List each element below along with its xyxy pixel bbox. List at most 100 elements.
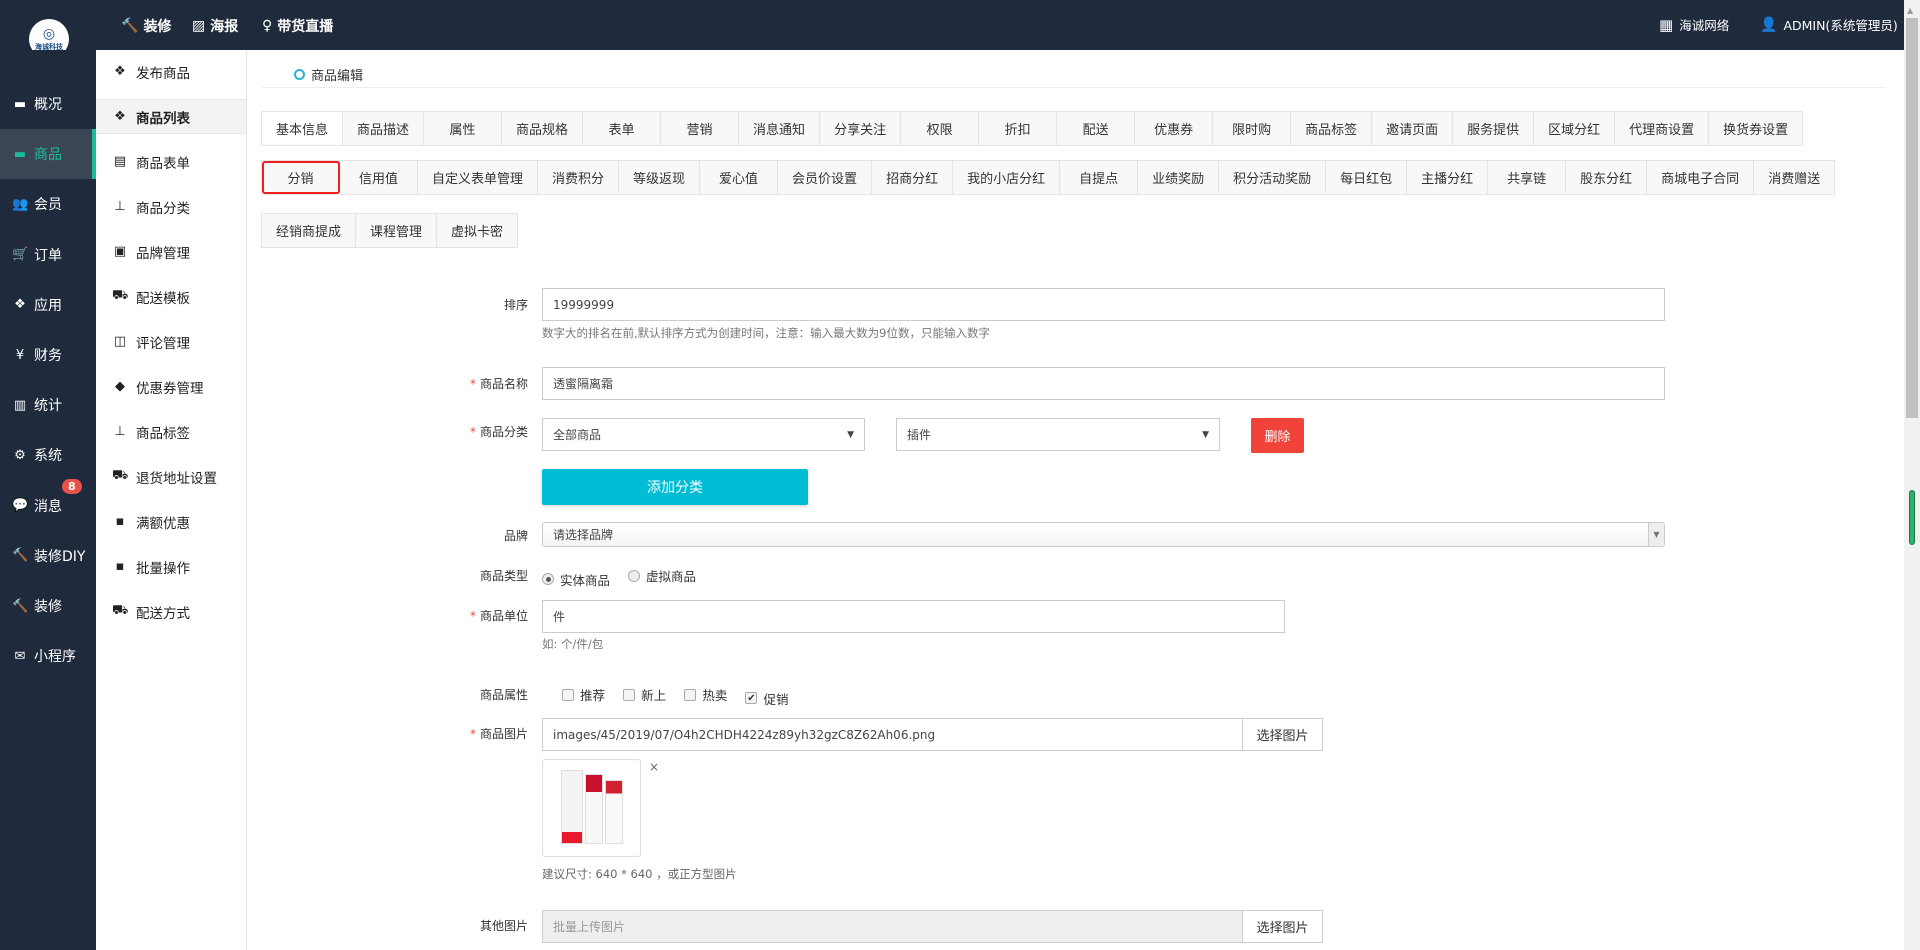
submenu-item-9[interactable]: ⛟ 退货地址设置 [96, 459, 246, 494]
nav-poster[interactable]: ▨ 海报 [192, 16, 238, 36]
checkbox-new[interactable]: 新上 [623, 685, 666, 704]
tab-row1-5[interactable]: 营销 [661, 112, 740, 145]
tab-row1-7[interactable]: 分享关注 [820, 112, 902, 145]
sidebar-item-2[interactable]: 👥 会员 [0, 179, 96, 229]
submenu-item-6[interactable]: ◫ 评论管理 [96, 324, 246, 359]
tab-row2-14[interactable]: 共享链 [1488, 161, 1567, 194]
nav-live[interactable]: ♀ 带货直播 [262, 16, 333, 36]
tab-row1-4[interactable]: 表单 [583, 112, 662, 145]
scrollbar-thumb[interactable] [1906, 18, 1918, 418]
tab-row2-4[interactable]: 等级返现 [619, 161, 701, 194]
sidebar-item-3[interactable]: 🛒 订单 [0, 230, 96, 280]
sidebar-item-1[interactable]: ▬ 商品 [0, 129, 96, 180]
checkbox-hot[interactable]: 热卖 [684, 685, 727, 704]
submenu-item-10[interactable]: ▪ 满额优惠 [96, 504, 246, 539]
divider [262, 87, 1886, 88]
tab-row1-12[interactable]: 限时购 [1213, 112, 1292, 145]
name-input[interactable]: 透蜜隔离霜 [542, 367, 1665, 400]
delete-category-button[interactable]: 删除 [1251, 418, 1304, 453]
tab-row2-16[interactable]: 商城电子合同 [1647, 161, 1755, 194]
tab-row2-9[interactable]: 自提点 [1060, 161, 1139, 194]
nav-decorate[interactable]: 🔨 装修 [121, 16, 171, 36]
tab-row2-0[interactable]: 分销 [262, 161, 340, 194]
submenu-item-1[interactable]: ❖ 商品列表 [96, 99, 246, 134]
tab-row1-18[interactable]: 换货券设置 [1709, 112, 1804, 145]
tab-row3-2[interactable]: 虚拟卡密 [437, 214, 519, 247]
sidebar-item-8[interactable]: 💬 消息 8 [0, 478, 96, 531]
submenu-item-12[interactable]: ⛟ 配送方式 [96, 594, 246, 629]
tab-row2-2[interactable]: 自定义表单管理 [418, 161, 539, 194]
tab-row2-5[interactable]: 爱心值 [700, 161, 779, 194]
briefcase-icon: ▣ [113, 244, 127, 259]
radio-physical[interactable]: 实体商品 [542, 570, 610, 589]
other-images-input[interactable]: 批量上传图片 [542, 910, 1243, 943]
choose-other-images-button[interactable]: 选择图片 [1242, 910, 1323, 943]
tab-row1-2[interactable]: 属性 [424, 112, 503, 145]
choose-image-button[interactable]: 选择图片 [1242, 718, 1323, 751]
submenu-item-11[interactable]: ▪ 批量操作 [96, 549, 246, 584]
radio-virtual[interactable]: 虚拟商品 [628, 566, 696, 585]
sidebar-item-11[interactable]: ✉ 小程序 [0, 631, 96, 681]
sidebar-item-5[interactable]: ¥ 财务 [0, 330, 96, 380]
caret-down-icon: ▼ [1202, 429, 1209, 440]
submenu-item-4[interactable]: ▣ 品牌管理 [96, 234, 246, 269]
tab-row1-15[interactable]: 服务提供 [1453, 112, 1535, 145]
tab-row2-6[interactable]: 会员价设置 [778, 161, 873, 194]
submenu-item-3[interactable]: ⊥ 商品分类 [96, 189, 246, 224]
submenu-item-7[interactable]: ◆ 优惠券管理 [96, 369, 246, 404]
sidebar-item-0[interactable]: ▬ 概况 [0, 79, 96, 129]
sort-input[interactable]: 19999999 [542, 288, 1665, 321]
checkbox-recommend[interactable]: 推荐 [562, 685, 605, 704]
sidebar-item-4[interactable]: ❖ 应用 [0, 280, 96, 330]
tab-row2-11[interactable]: 积分活动奖励 [1219, 161, 1327, 194]
tab-row1-8[interactable]: 权限 [901, 112, 980, 145]
brand-select[interactable]: 请选择品牌 ▼ [542, 522, 1665, 547]
tab-row1-13[interactable]: 商品标签 [1291, 112, 1373, 145]
scrollbar[interactable]: ▲ [1904, 0, 1920, 950]
tab-row2-17[interactable]: 消费赠送 [1754, 161, 1836, 194]
submenu-item-5[interactable]: ⛟ 配送模板 [96, 279, 246, 314]
bar-chart-icon: ▥ [13, 397, 27, 413]
tab-row1-6[interactable]: 消息通知 [739, 112, 821, 145]
tab-row1-10[interactable]: 配送 [1057, 112, 1136, 145]
tab-row2-13[interactable]: 主播分红 [1407, 161, 1489, 194]
archive-icon: ▬ [13, 96, 27, 112]
cubes-icon: ❖ [114, 64, 126, 79]
tab-row1-11[interactable]: 优惠券 [1135, 112, 1214, 145]
tab-row2-15[interactable]: 股东分红 [1566, 161, 1648, 194]
tab-row2-3[interactable]: 消费积分 [538, 161, 620, 194]
remove-image-icon[interactable]: × [649, 760, 659, 774]
tab-row1-3[interactable]: 商品规格 [502, 112, 584, 145]
tab-row1-0[interactable]: 基本信息 [262, 112, 344, 145]
tab-row1-14[interactable]: 邀请页面 [1372, 112, 1454, 145]
type-label: 商品类型 [479, 569, 528, 583]
category-select-1[interactable]: 全部商品 ▼ [542, 418, 865, 451]
sidebar-item-6[interactable]: ▥ 统计 [0, 380, 96, 430]
tab-row2-10[interactable]: 业绩奖励 [1138, 161, 1220, 194]
top-bar: ◎ 海诚科技 🔨 装修 ▨ 海报 ♀ 带货直播 ▦ 海诚网络 👤 ADMIN(系统管理员) [0, 0, 1904, 59]
tab-row1-1[interactable]: 商品描述 [343, 112, 425, 145]
tab-row2-12[interactable]: 每日红包 [1326, 161, 1408, 194]
tab-row1-9[interactable]: 折扣 [979, 112, 1058, 145]
submenu-item-0[interactable]: ❖ 发布商品 [96, 54, 246, 89]
submenu-item-2[interactable]: ▤ 商品表单 [96, 144, 246, 179]
sidebar-item-10[interactable]: 🔨 装修 [0, 581, 96, 631]
tab-row3-1[interactable]: 课程管理 [356, 214, 438, 247]
sidebar-item-7[interactable]: ⚙ 系统 [0, 430, 96, 480]
tab-row2-7[interactable]: 招商分红 [872, 161, 954, 194]
add-category-button[interactable]: 添加分类 [542, 469, 808, 505]
image-path-input[interactable]: images/45/2019/07/O4h2CHDH4224z89yh32gzC… [542, 718, 1243, 751]
message-badge: 8 [62, 478, 82, 494]
tab-row3-0[interactable]: 经销商提成 [262, 214, 357, 247]
unit-input[interactable]: 件 [542, 600, 1285, 633]
sidebar-item-9[interactable]: 🔨 装修DIY [0, 531, 96, 581]
company-link[interactable]: ▦ 海诚网络 [1659, 15, 1729, 34]
tab-row1-16[interactable]: 区域分红 [1534, 112, 1616, 145]
tab-row2-1[interactable]: 信用值 [340, 161, 418, 194]
category-select-2[interactable]: 插件 ▼ [896, 418, 1220, 451]
tab-row1-17[interactable]: 代理商设置 [1615, 112, 1710, 145]
user-menu[interactable]: 👤 ADMIN(系统管理员) [1760, 15, 1898, 34]
tab-row2-8[interactable]: 我的小店分红 [953, 161, 1061, 194]
submenu-item-8[interactable]: ⊥ 商品标签 [96, 414, 246, 449]
checkbox-promo[interactable]: ✔ 促销 [745, 689, 788, 708]
